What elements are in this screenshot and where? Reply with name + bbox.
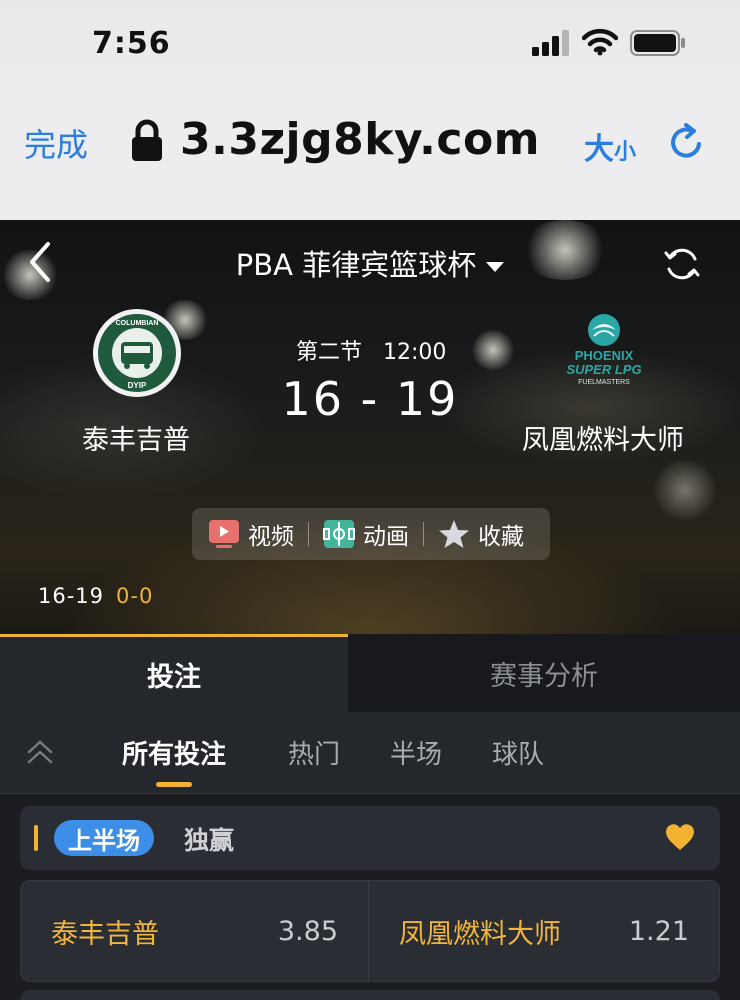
divider (308, 522, 309, 546)
first-half-score: 16-19 (38, 584, 105, 608)
market-title: 独赢 (184, 826, 235, 855)
collapse-up-icon[interactable] (26, 738, 54, 766)
subtab-popular[interactable]: 热门 (288, 734, 340, 771)
selection-team-name: 泰丰吉普 (51, 918, 159, 950)
stadium-light (650, 460, 720, 520)
stadium-light (470, 330, 516, 370)
tab-betting[interactable]: 投注 (0, 634, 348, 712)
selection-odds: 1.21 (628, 915, 689, 947)
next-market-row[interactable] (20, 990, 720, 1000)
text-size-small-label: 小 (614, 140, 637, 165)
period-pill: 上半场 (54, 820, 154, 856)
bet-category-tabs: 所有投注 热门 半场 球队 (0, 712, 740, 794)
match-hero: PBA 菲律宾篮球杯 COLUMBIAN DYIP 泰丰吉普 第二节 12:00… (0, 220, 740, 634)
home-logo-text-top: COLUMBIAN (116, 320, 159, 327)
second-half-score: 0-0 (116, 584, 154, 608)
favorite-button[interactable]: 收藏 (438, 517, 524, 551)
selection-odds: 3.85 (277, 915, 338, 947)
away-logo-text-2: SUPER LPG (566, 362, 641, 377)
subtab-team[interactable]: 球队 (492, 734, 544, 771)
away-team-name: 凤凰燃料大师 (522, 425, 684, 456)
odds-selection-home[interactable]: 泰丰吉普 3.85 (21, 881, 369, 981)
away-team-logo: PHOENIX SUPER LPG FUELMASTERS (566, 314, 642, 386)
video-button[interactable]: 视频 (208, 517, 294, 551)
lock-icon (132, 119, 162, 161)
text-size-big-label: 大 (584, 132, 614, 167)
subtab-all-bets-label: 所有投注 (122, 740, 227, 770)
subtab-all-bets[interactable]: 所有投注 (122, 734, 227, 787)
tab-match-analysis[interactable]: 赛事分析 (348, 634, 740, 712)
market-header-moneyline[interactable]: 上半场 独赢 (20, 806, 720, 870)
favorite-label: 收藏 (478, 524, 524, 550)
subtab-half[interactable]: 半场 (390, 734, 442, 771)
away-logo-text-3: FUELMASTERS (578, 379, 630, 386)
league-title: PBA 菲律宾篮球杯 (235, 248, 477, 282)
signal-icon (532, 30, 569, 56)
match-period: 第二节 12:00 (296, 334, 446, 366)
done-button[interactable]: 完成 (24, 120, 88, 166)
status-bar: 7:56 (0, 0, 740, 88)
animation-button[interactable]: 动画 (323, 517, 409, 551)
selection-team-name: 凤凰燃料大师 (399, 918, 561, 950)
status-time: 7:56 (92, 26, 171, 61)
video-icon (209, 520, 239, 548)
refresh-icon[interactable] (662, 244, 702, 284)
reload-icon[interactable] (668, 122, 706, 162)
main-tabs: 投注 赛事分析 (0, 634, 740, 712)
video-label: 视频 (248, 524, 294, 550)
active-tab-indicator (156, 782, 192, 787)
game-clock: 12:00 (383, 340, 447, 365)
text-size-button[interactable]: 大小 (584, 124, 636, 168)
odds-row: 泰丰吉普 3.85 凤凰燃料大师 1.21 (20, 880, 720, 982)
league-selector[interactable]: PBA 菲律宾篮球杯 (0, 242, 740, 284)
odds-selection-away[interactable]: 凤凰燃料大师 1.21 (369, 881, 719, 981)
animation-label: 动画 (363, 524, 409, 550)
browser-address-bar: 完成 3.3zjg8ky.com 大小 (0, 88, 740, 220)
media-actions: 视频 动画 收藏 (192, 508, 550, 560)
period-label: 第二节 (296, 340, 363, 365)
divider (423, 522, 424, 546)
away-logo-text-1: PHOENIX (575, 348, 634, 363)
star-icon (439, 520, 469, 548)
battery-icon (630, 30, 685, 56)
caret-down-icon (486, 262, 505, 272)
url-text[interactable]: 3.3zjg8ky.com (180, 114, 540, 165)
half-scores: 16-19 0-0 (38, 584, 153, 608)
wifi-icon (582, 28, 618, 56)
heart-icon[interactable] (664, 822, 696, 852)
accent-bar (34, 825, 38, 851)
animation-icon (323, 520, 355, 548)
